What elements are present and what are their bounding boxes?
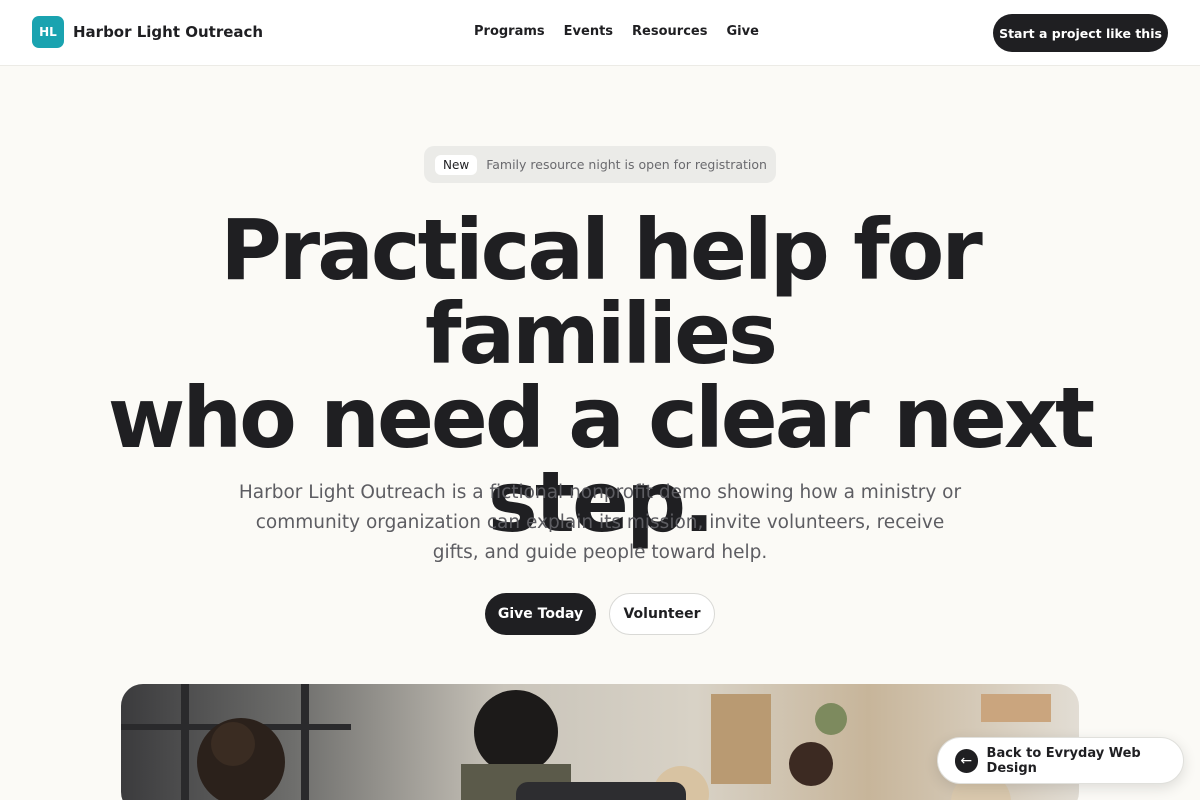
hero-title-line: Practical help for families	[220, 201, 983, 383]
give-today-button[interactable]: Give Today	[485, 593, 596, 635]
hero-subtitle-line: gifts, and guide people toward help.	[432, 542, 768, 563]
hero-subtitle-line: Harbor Light Outreach is a fictional non…	[238, 482, 962, 503]
hero-photo-illustration	[121, 684, 1051, 800]
back-button-label: Back to Evryday Web Design	[986, 745, 1141, 776]
arrow-left-icon: ←	[955, 748, 978, 773]
nav-item-events[interactable]: Events	[564, 24, 613, 39]
volunteer-button[interactable]: Volunteer	[609, 593, 715, 635]
hero-photo	[121, 684, 1079, 800]
start-project-button[interactable]: Start a project like this	[993, 14, 1168, 52]
hero-subtitle: Harbor Light Outreach is a fictional non…	[230, 478, 970, 568]
hero-subtitle-line: community organization can explain its m…	[255, 512, 945, 533]
announcement-pill[interactable]: New Family resource night is open for re…	[424, 146, 776, 183]
brand[interactable]: HL Harbor Light Outreach	[32, 16, 263, 48]
main-nav: Programs Events Resources Give	[474, 24, 759, 39]
back-to-evryday-button[interactable]: ← Back to Evryday Web Design	[937, 737, 1184, 784]
announcement-text: Family resource night is open for regist…	[486, 157, 767, 172]
nav-item-give[interactable]: Give	[726, 24, 758, 39]
site-header: HL Harbor Light Outreach Programs Events…	[0, 0, 1200, 66]
brand-name[interactable]: Harbor Light Outreach	[73, 23, 263, 41]
new-badge: New	[435, 154, 478, 175]
brand-logo[interactable]: HL	[32, 16, 64, 48]
nav-item-resources[interactable]: Resources	[632, 24, 707, 39]
nav-item-programs[interactable]: Programs	[474, 24, 545, 39]
